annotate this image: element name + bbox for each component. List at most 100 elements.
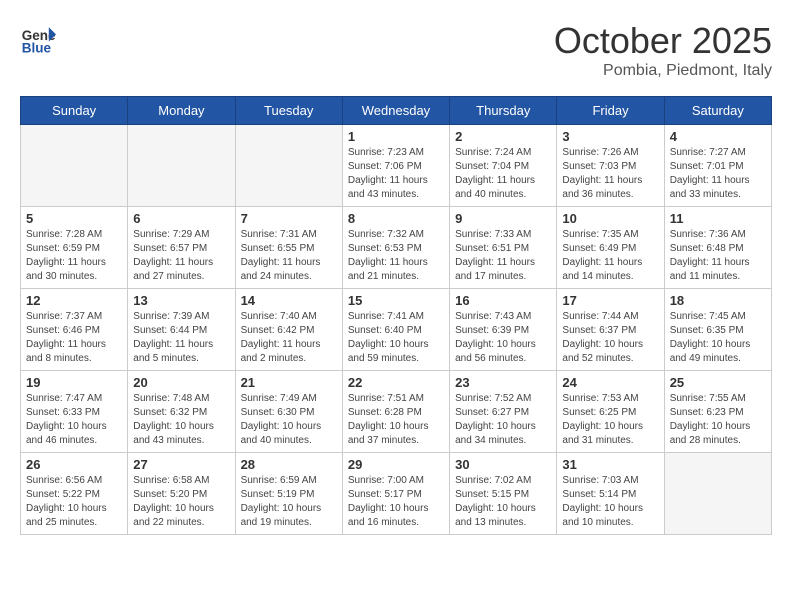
weekday-header: Tuesday	[235, 97, 342, 125]
day-info: Sunrise: 7:37 AM Sunset: 6:46 PM Dayligh…	[26, 310, 122, 366]
calendar-cell: 17 Sunrise: 7:44 AM Sunset: 6:37 PM Dayli…	[557, 289, 664, 371]
day-info: Sunrise: 7:23 AM Sunset: 7:06 PM Dayligh…	[348, 146, 444, 202]
day-info: Sunrise: 7:02 AM Sunset: 5:15 PM Dayligh…	[455, 474, 551, 530]
calendar-cell: 16 Sunrise: 7:43 AM Sunset: 6:39 PM Dayli…	[450, 289, 557, 371]
day-number: 21	[241, 375, 337, 390]
day-number: 16	[455, 293, 551, 308]
day-number: 3	[562, 129, 658, 144]
calendar-cell: 30 Sunrise: 7:02 AM Sunset: 5:15 PM Dayli…	[450, 453, 557, 535]
day-number: 9	[455, 211, 551, 226]
day-info: Sunrise: 7:43 AM Sunset: 6:39 PM Dayligh…	[455, 310, 551, 366]
day-info: Sunrise: 7:32 AM Sunset: 6:53 PM Dayligh…	[348, 228, 444, 284]
day-info: Sunrise: 7:36 AM Sunset: 6:48 PM Dayligh…	[670, 228, 766, 284]
day-info: Sunrise: 7:41 AM Sunset: 6:40 PM Dayligh…	[348, 310, 444, 366]
day-number: 25	[670, 375, 766, 390]
day-number: 6	[133, 211, 229, 226]
calendar-cell: 22 Sunrise: 7:51 AM Sunset: 6:28 PM Dayli…	[342, 371, 449, 453]
day-number: 7	[241, 211, 337, 226]
day-number: 24	[562, 375, 658, 390]
calendar-table: SundayMondayTuesdayWednesdayThursdayFrid…	[20, 96, 772, 535]
calendar-week-row: 19Sunrise: 7:47 AM Sunset: 6:33 PM Dayli…	[21, 371, 772, 453]
day-number: 1	[348, 129, 444, 144]
calendar-cell: 20 Sunrise: 7:48 AM Sunset: 6:32 PM Dayli…	[128, 371, 235, 453]
day-info: Sunrise: 7:40 AM Sunset: 6:42 PM Dayligh…	[241, 310, 337, 366]
calendar-cell: 27Sunrise: 6:58 AM Sunset: 5:20 PM Dayli…	[128, 453, 235, 535]
day-number: 17	[562, 293, 658, 308]
month-title: October 2025	[554, 20, 772, 62]
calendar-cell: 26Sunrise: 6:56 AM Sunset: 5:22 PM Dayli…	[21, 453, 128, 535]
day-number: 18	[670, 293, 766, 308]
calendar-cell: 15 Sunrise: 7:41 AM Sunset: 6:40 PM Dayli…	[342, 289, 449, 371]
weekday-header: Monday	[128, 97, 235, 125]
calendar-cell: 18 Sunrise: 7:45 AM Sunset: 6:35 PM Dayli…	[664, 289, 771, 371]
calendar-week-row: 26Sunrise: 6:56 AM Sunset: 5:22 PM Dayli…	[21, 453, 772, 535]
calendar-cell: 21 Sunrise: 7:49 AM Sunset: 6:30 PM Dayli…	[235, 371, 342, 453]
svg-text:Blue: Blue	[22, 40, 52, 55]
calendar-cell: 10 Sunrise: 7:35 AM Sunset: 6:49 PM Dayli…	[557, 207, 664, 289]
day-number: 2	[455, 129, 551, 144]
day-info: Sunrise: 7:44 AM Sunset: 6:37 PM Dayligh…	[562, 310, 658, 366]
day-info: Sunrise: 7:52 AM Sunset: 6:27 PM Dayligh…	[455, 392, 551, 448]
calendar-cell: 7 Sunrise: 7:31 AM Sunset: 6:55 PM Daylig…	[235, 207, 342, 289]
day-number: 8	[348, 211, 444, 226]
day-info: Sunrise: 7:53 AM Sunset: 6:25 PM Dayligh…	[562, 392, 658, 448]
page-header: General Blue October 2025 Pombia, Piedmo…	[20, 20, 772, 80]
day-info: Sunrise: 7:00 AM Sunset: 5:17 PM Dayligh…	[348, 474, 444, 530]
location-subtitle: Pombia, Piedmont, Italy	[554, 62, 772, 80]
day-number: 30	[455, 457, 551, 472]
day-number: 22	[348, 375, 444, 390]
day-info: Sunrise: 7:26 AM Sunset: 7:03 PM Dayligh…	[562, 146, 658, 202]
weekday-header: Saturday	[664, 97, 771, 125]
day-info: Sunrise: 7:33 AM Sunset: 6:51 PM Dayligh…	[455, 228, 551, 284]
day-info: Sunrise: 7:35 AM Sunset: 6:49 PM Dayligh…	[562, 228, 658, 284]
day-number: 4	[670, 129, 766, 144]
calendar-cell: 14 Sunrise: 7:40 AM Sunset: 6:42 PM Dayli…	[235, 289, 342, 371]
weekday-header-row: SundayMondayTuesdayWednesdayThursdayFrid…	[21, 97, 772, 125]
day-info: Sunrise: 7:47 AM Sunset: 6:33 PM Dayligh…	[26, 392, 122, 448]
day-info: Sunrise: 7:03 AM Sunset: 5:14 PM Dayligh…	[562, 474, 658, 530]
day-info: Sunrise: 7:51 AM Sunset: 6:28 PM Dayligh…	[348, 392, 444, 448]
day-info: Sunrise: 7:48 AM Sunset: 6:32 PM Dayligh…	[133, 392, 229, 448]
day-number: 26	[26, 457, 122, 472]
day-number: 20	[133, 375, 229, 390]
weekday-header: Wednesday	[342, 97, 449, 125]
calendar-week-row: 12Sunrise: 7:37 AM Sunset: 6:46 PM Dayli…	[21, 289, 772, 371]
calendar-cell: 3 Sunrise: 7:26 AM Sunset: 7:03 PM Daylig…	[557, 125, 664, 207]
calendar-cell: 5 Sunrise: 7:28 AM Sunset: 6:59 PM Daylig…	[21, 207, 128, 289]
calendar-cell	[235, 125, 342, 207]
calendar-cell: 29 Sunrise: 7:00 AM Sunset: 5:17 PM Dayli…	[342, 453, 449, 535]
calendar-cell: 28 Sunrise: 6:59 AM Sunset: 5:19 PM Dayli…	[235, 453, 342, 535]
day-number: 31	[562, 457, 658, 472]
calendar-cell: 24 Sunrise: 7:53 AM Sunset: 6:25 PM Dayli…	[557, 371, 664, 453]
day-number: 10	[562, 211, 658, 226]
calendar-cell: 6 Sunrise: 7:29 AM Sunset: 6:57 PM Daylig…	[128, 207, 235, 289]
day-info: Sunrise: 7:28 AM Sunset: 6:59 PM Dayligh…	[26, 228, 122, 284]
day-info: Sunrise: 7:45 AM Sunset: 6:35 PM Dayligh…	[670, 310, 766, 366]
day-info: Sunrise: 7:29 AM Sunset: 6:57 PM Dayligh…	[133, 228, 229, 284]
calendar-cell: 8 Sunrise: 7:32 AM Sunset: 6:53 PM Daylig…	[342, 207, 449, 289]
day-number: 28	[241, 457, 337, 472]
calendar-cell: 25 Sunrise: 7:55 AM Sunset: 6:23 PM Dayli…	[664, 371, 771, 453]
day-number: 14	[241, 293, 337, 308]
day-info: Sunrise: 6:59 AM Sunset: 5:19 PM Dayligh…	[241, 474, 337, 530]
calendar-cell: 2Sunrise: 7:24 AM Sunset: 7:04 PM Daylig…	[450, 125, 557, 207]
calendar-cell: 1 Sunrise: 7:23 AM Sunset: 7:06 PM Daylig…	[342, 125, 449, 207]
calendar-cell: 12Sunrise: 7:37 AM Sunset: 6:46 PM Dayli…	[21, 289, 128, 371]
day-number: 5	[26, 211, 122, 226]
day-number: 29	[348, 457, 444, 472]
day-info: Sunrise: 7:49 AM Sunset: 6:30 PM Dayligh…	[241, 392, 337, 448]
calendar-cell: 31 Sunrise: 7:03 AM Sunset: 5:14 PM Dayli…	[557, 453, 664, 535]
calendar-cell	[664, 453, 771, 535]
weekday-header: Thursday	[450, 97, 557, 125]
calendar-week-row: 1 Sunrise: 7:23 AM Sunset: 7:06 PM Daylig…	[21, 125, 772, 207]
day-number: 15	[348, 293, 444, 308]
day-info: Sunrise: 7:31 AM Sunset: 6:55 PM Dayligh…	[241, 228, 337, 284]
day-number: 13	[133, 293, 229, 308]
day-number: 11	[670, 211, 766, 226]
day-info: Sunrise: 7:27 AM Sunset: 7:01 PM Dayligh…	[670, 146, 766, 202]
calendar-cell: 19Sunrise: 7:47 AM Sunset: 6:33 PM Dayli…	[21, 371, 128, 453]
calendar-cell: 11 Sunrise: 7:36 AM Sunset: 6:48 PM Dayli…	[664, 207, 771, 289]
weekday-header: Sunday	[21, 97, 128, 125]
day-info: Sunrise: 7:55 AM Sunset: 6:23 PM Dayligh…	[670, 392, 766, 448]
calendar-week-row: 5 Sunrise: 7:28 AM Sunset: 6:59 PM Daylig…	[21, 207, 772, 289]
